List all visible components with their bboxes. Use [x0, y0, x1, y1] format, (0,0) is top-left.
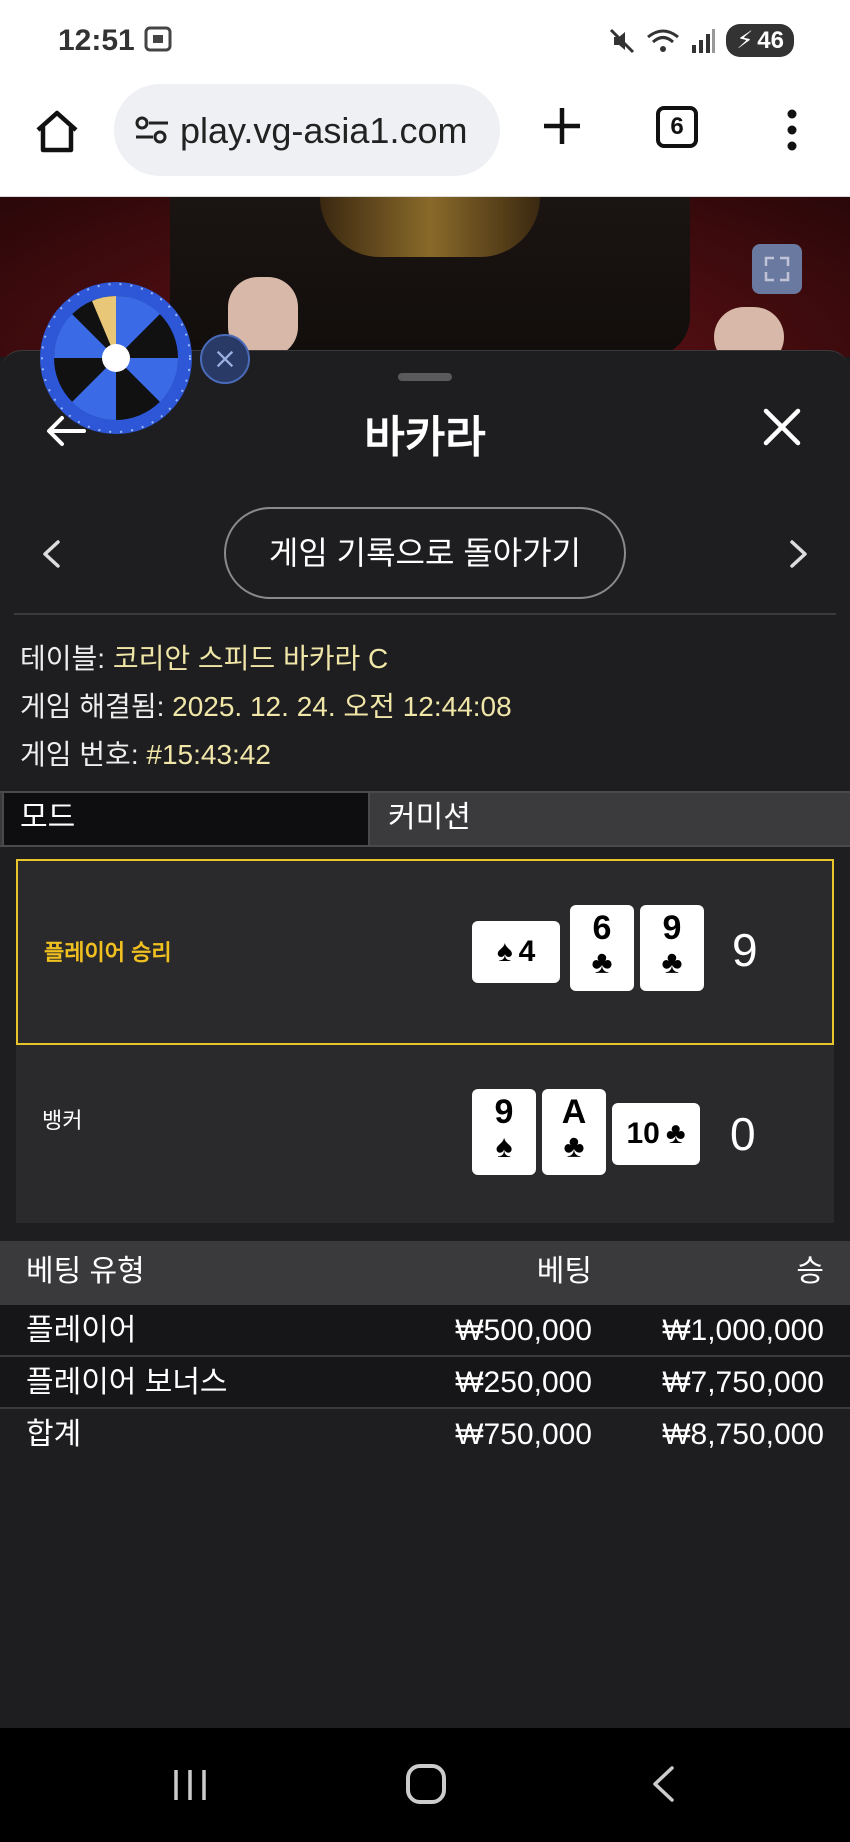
- new-tab-icon[interactable]: [540, 104, 584, 148]
- mute-icon: [610, 28, 635, 53]
- banker-outcome-label: 뱅커: [42, 1108, 83, 1133]
- player-score: 9: [732, 924, 758, 976]
- game-number-info: 게임 번호: #15:43:42: [20, 733, 271, 773]
- bet-amount: ₩500,000: [455, 1314, 592, 1347]
- home-icon[interactable]: [32, 106, 82, 156]
- bet-amount: ₩250,000: [455, 1366, 592, 1399]
- card-rank: 4: [518, 935, 536, 968]
- browser-toolbar: play.vg-asia1.com 6: [0, 84, 850, 197]
- home-button[interactable]: [406, 1764, 446, 1804]
- back-to-history-button[interactable]: 게임 기록으로 돌아가기: [224, 507, 626, 599]
- total-row: 합계 ₩750,000 ₩8,750,000: [0, 1407, 850, 1461]
- banker-card-1: 9 ♠: [472, 1089, 536, 1175]
- win-amount: ₩1,000,000: [662, 1314, 824, 1347]
- charging-icon: ⚡: [736, 27, 754, 54]
- player-card-1: ♠ 4: [472, 921, 560, 983]
- address-bar[interactable]: play.vg-asia1.com: [114, 84, 500, 176]
- player-result: 플레이어 승리 ♠ 4 6 ♣ 9 ♣ 9: [16, 859, 834, 1045]
- header-bet-type: 베팅 유형: [26, 1255, 145, 1288]
- screenshot-icon: [144, 26, 172, 52]
- card-suit: ♠: [495, 1128, 513, 1164]
- dealer-collar: [320, 197, 540, 257]
- site-settings-icon[interactable]: [134, 114, 170, 146]
- table-label: 테이블:: [20, 643, 113, 674]
- card-suit: ♣: [665, 1117, 686, 1150]
- card-suit: ♣: [591, 944, 613, 980]
- card-rank: 6: [592, 909, 612, 947]
- resolved-label: 게임 해결됨:: [20, 691, 173, 722]
- resolved-value: 2025. 12. 24. 오전 12:44:08: [172, 691, 512, 722]
- header-win: 승: [796, 1255, 824, 1288]
- fullscreen-icon[interactable]: [752, 244, 802, 294]
- more-menu-icon[interactable]: [780, 108, 804, 152]
- card-rank: 10: [626, 1117, 660, 1150]
- card-rank: A: [561, 1093, 587, 1131]
- tab-switcher-button[interactable]: 6: [656, 106, 698, 148]
- mode-row: 모드 커미션: [0, 791, 850, 847]
- bet-table-header: 베팅 유형 베팅 승: [0, 1241, 850, 1303]
- status-bar: 12:51 ⚡ 46: [0, 0, 850, 84]
- chevron-right-icon[interactable]: [788, 539, 810, 569]
- banker-card-2: A ♣: [542, 1089, 606, 1175]
- mode-value: 커미션: [372, 793, 850, 845]
- card-suit: ♣: [661, 944, 683, 980]
- win-amount: ₩7,750,000: [662, 1366, 824, 1399]
- status-icons: ⚡ 46: [608, 24, 794, 57]
- battery-indicator: ⚡ 46: [726, 24, 794, 57]
- banker-card-3: 10 ♣: [612, 1103, 700, 1165]
- bet-type: 플레이어 보너스: [26, 1366, 228, 1399]
- close-widget-icon[interactable]: [200, 334, 250, 384]
- table-value: 코리안 스피드 바카라 C: [112, 643, 389, 674]
- game-number-label: 게임 번호:: [20, 739, 147, 770]
- table-row: 플레이어 ₩500,000 ₩1,000,000: [0, 1303, 850, 1357]
- card-suit: ♣: [563, 1128, 585, 1164]
- resolved-info: 게임 해결됨: 2025. 12. 24. 오전 12:44:08: [20, 685, 512, 725]
- total-win: ₩8,750,000: [662, 1418, 824, 1451]
- signal-icon: [692, 28, 716, 53]
- player-outcome-label: 플레이어 승리: [44, 940, 172, 965]
- player-card-3: 9 ♣: [640, 905, 704, 991]
- card-rank: 9: [494, 1093, 514, 1131]
- player-card-2: 6 ♣: [570, 905, 634, 991]
- game-history-panel: 바카라 게임 기록으로 돌아가기 테이블: 코리안 스피드 바카라 C 게임 해…: [0, 350, 850, 1729]
- chevron-left-icon[interactable]: [40, 539, 62, 569]
- wifi-icon: [647, 29, 680, 52]
- total-bet: ₩750,000: [455, 1418, 592, 1451]
- card-suit: ♠: [496, 935, 513, 968]
- mode-label: 모드: [2, 791, 370, 847]
- banker-score: 0: [730, 1108, 756, 1160]
- divider: [14, 613, 836, 615]
- battery-level: 46: [757, 26, 784, 54]
- system-navigation-bar: [0, 1728, 850, 1842]
- banker-result: 뱅커 9 ♠ A ♣ 10 ♣ 0: [16, 1045, 834, 1223]
- url-text[interactable]: play.vg-asia1.com: [180, 110, 490, 152]
- card-rank: 9: [662, 909, 682, 947]
- game-number-value: #15:43:42: [146, 739, 271, 770]
- total-label: 합계: [26, 1418, 82, 1451]
- close-icon[interactable]: [762, 407, 802, 447]
- back-icon[interactable]: [650, 1764, 676, 1804]
- bet-type: 플레이어: [26, 1314, 137, 1347]
- status-time: 12:51: [58, 24, 135, 57]
- table-info: 테이블: 코리안 스피드 바카라 C: [20, 637, 388, 677]
- prize-wheel-icon[interactable]: [38, 280, 194, 436]
- table-row: 플레이어 보너스 ₩250,000 ₩7,750,000: [0, 1355, 850, 1409]
- header-bet: 베팅: [536, 1255, 592, 1288]
- recent-apps-icon[interactable]: [170, 1766, 210, 1804]
- drag-handle[interactable]: [398, 373, 452, 381]
